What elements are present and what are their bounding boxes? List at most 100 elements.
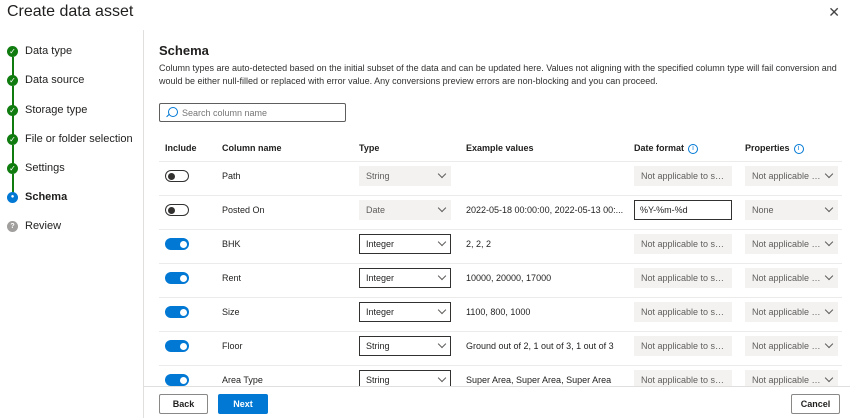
toggle-knob xyxy=(168,172,175,180)
check-icon: ✓ xyxy=(7,163,18,174)
wizard-steps: ✓ Data type ✓ Data source ✓ Storage type… xyxy=(0,30,144,418)
table-row: Size Integer 1100, 800, 1000 Not applica… xyxy=(144,296,850,330)
info-icon[interactable]: i xyxy=(793,143,804,154)
header-include: Include xyxy=(165,143,197,153)
column-name: Size xyxy=(222,307,240,317)
dropdown-value: Not applicable to ... xyxy=(752,307,830,317)
table-row: Rent Integer 10000, 20000, 17000 Not app… xyxy=(144,262,850,296)
example-values: 2022-05-18 00:00:00, 2022-05-13 00:... xyxy=(466,205,624,215)
header-properties: Properties i xyxy=(745,143,804,154)
date-format-field: Not applicable to sel... xyxy=(634,166,732,186)
step-label: Storage type xyxy=(25,104,88,116)
step-file-or-folder-selection[interactable]: ✓ File or folder selection xyxy=(0,130,143,150)
section-title: Schema xyxy=(159,43,209,58)
check-icon: ✓ xyxy=(7,105,18,116)
cancel-button[interactable]: Cancel xyxy=(791,394,840,414)
date-format-field: Not applicable to sel... xyxy=(634,302,732,322)
dialog-footer: Back Next Cancel xyxy=(144,386,850,419)
dropdown-value: None xyxy=(752,205,774,215)
step-review[interactable]: ? Review xyxy=(0,217,143,237)
include-toggle[interactable] xyxy=(165,340,189,352)
column-name: Area Type xyxy=(222,375,263,385)
next-button[interactable]: Next xyxy=(218,394,268,414)
search-box[interactable] xyxy=(159,103,346,122)
include-toggle[interactable] xyxy=(165,374,189,386)
toggle-knob xyxy=(180,274,187,282)
column-name: Path xyxy=(222,171,241,181)
toggle-knob xyxy=(168,206,175,214)
example-values: Ground out of 2, 1 out of 3, 1 out of 3 xyxy=(466,341,614,351)
step-label: Data type xyxy=(25,45,73,57)
header-column-name: Column name xyxy=(222,143,282,153)
table-row: Path String Not applicable to sel... Not… xyxy=(144,160,850,194)
step-label: Review xyxy=(25,220,62,232)
current-step-icon: ● xyxy=(7,192,18,203)
dropdown-value: String xyxy=(366,341,390,351)
dropdown-value: Integer xyxy=(366,273,395,283)
header-date-format: Date format i xyxy=(634,143,699,154)
table-row: Area Type String Super Area, Super Area,… xyxy=(144,364,850,386)
dropdown-value: Integer xyxy=(366,239,395,249)
example-values: Super Area, Super Area, Super Area xyxy=(466,375,612,385)
back-button[interactable]: Back xyxy=(159,394,208,414)
search-icon xyxy=(168,107,178,117)
include-toggle[interactable] xyxy=(165,306,189,318)
field-value: Not applicable to sel... xyxy=(641,341,730,351)
header-example-values: Example values xyxy=(466,143,534,153)
type-dropdown[interactable]: String xyxy=(359,336,451,356)
type-dropdown: Date xyxy=(359,200,451,220)
date-format-field: Not applicable to sel... xyxy=(634,370,732,386)
toggle-knob xyxy=(180,240,187,248)
type-dropdown[interactable]: Integer xyxy=(359,268,451,288)
properties-dropdown: Not applicable to ... xyxy=(745,336,838,356)
date-format-field: Not applicable to sel... xyxy=(634,268,732,288)
date-format-field: Not applicable to sel... xyxy=(634,234,732,254)
check-icon: ✓ xyxy=(7,75,18,86)
date-format-field: Not applicable to sel... xyxy=(634,336,732,356)
header-type: Type xyxy=(359,143,380,153)
field-value: Not applicable to sel... xyxy=(641,375,730,385)
dropdown-value: Not applicable to ... xyxy=(752,341,830,351)
schema-panel: Schema Column types are auto-detected ba… xyxy=(144,30,850,386)
include-toggle[interactable] xyxy=(165,170,189,182)
step-schema[interactable]: ● Schema xyxy=(0,188,143,208)
dropdown-value: Not applicable to ... xyxy=(752,239,830,249)
column-name: BHK xyxy=(222,239,241,249)
example-values: 2, 2, 2 xyxy=(466,239,492,249)
field-value: Not applicable to sel... xyxy=(641,273,730,283)
dropdown-value: Not applicable to ... xyxy=(752,273,830,283)
info-icon[interactable]: i xyxy=(688,143,699,154)
step-data-type[interactable]: ✓ Data type xyxy=(0,42,143,62)
dialog-title: Create data asset xyxy=(7,3,134,20)
toggle-knob xyxy=(180,342,187,350)
type-dropdown[interactable]: Integer xyxy=(359,302,451,322)
field-value: Not applicable to sel... xyxy=(641,171,730,181)
include-toggle[interactable] xyxy=(165,204,189,216)
dropdown-value: String xyxy=(366,171,390,181)
schema-description: Column types are auto-detected based on … xyxy=(159,63,837,86)
check-icon: ✓ xyxy=(7,46,18,57)
include-toggle[interactable] xyxy=(165,238,189,250)
step-data-source[interactable]: ✓ Data source xyxy=(0,71,143,91)
include-toggle[interactable] xyxy=(165,272,189,284)
type-dropdown: String xyxy=(359,166,451,186)
step-storage-type[interactable]: ✓ Storage type xyxy=(0,101,143,121)
column-name: Posted On xyxy=(222,205,265,215)
step-label: Schema xyxy=(25,191,68,203)
search-input[interactable] xyxy=(182,105,332,120)
table-row: Floor String Ground out of 2, 1 out of 3… xyxy=(144,330,850,364)
type-dropdown[interactable]: Integer xyxy=(359,234,451,254)
column-name: Rent xyxy=(222,273,242,283)
properties-dropdown: Not applicable to ... xyxy=(745,302,838,322)
dropdown-value: Not applicable to ... xyxy=(752,375,830,385)
type-dropdown[interactable]: String xyxy=(359,370,451,386)
toggle-knob xyxy=(180,308,187,316)
step-label: Data source xyxy=(25,74,85,86)
step-settings[interactable]: ✓ Settings xyxy=(0,159,143,179)
table-row: Posted On Date 2022-05-18 00:00:00, 2022… xyxy=(144,194,850,228)
properties-dropdown[interactable]: None xyxy=(745,200,838,220)
close-icon[interactable]: ✕ xyxy=(828,4,840,21)
date-format-input[interactable]: %Y-%m-%d xyxy=(634,200,732,220)
table-row: BHK Integer 2, 2, 2 Not applicable to se… xyxy=(144,228,850,262)
field-value: Not applicable to sel... xyxy=(641,307,730,317)
